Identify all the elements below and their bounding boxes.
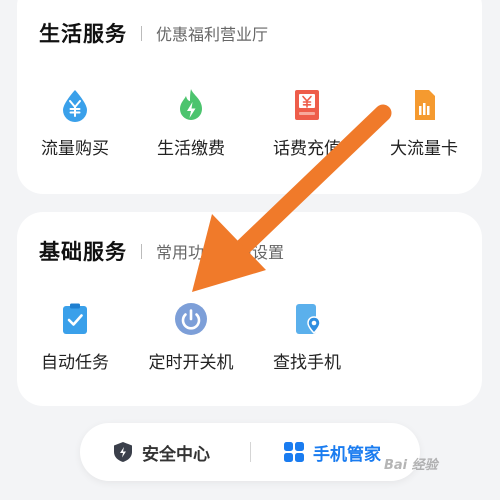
phone-services-screen: 生活服务 优惠福利营业厅 流量购买 生活缴费 话费充值 大流量卡 基础服务 常用… <box>0 0 500 500</box>
service-item-label: 话费充值 <box>273 139 341 159</box>
service-item-label: 定时开关机 <box>148 353 234 373</box>
service-item-label: 流量购买 <box>41 139 109 159</box>
header-divider <box>141 25 142 41</box>
sim-card-icon <box>415 90 435 120</box>
phone-manager-label: 手机管家 <box>313 444 381 465</box>
section-title: 生活服务 <box>39 22 127 46</box>
service-item-label: 查找手机 <box>273 353 341 373</box>
service-item-scheduled-power[interactable]: 定时开关机 <box>133 302 249 373</box>
service-item-auto-task[interactable]: 自动任务 <box>17 302 133 373</box>
service-item-label: 自动任务 <box>41 353 109 373</box>
find-phone-icon <box>296 304 321 335</box>
flame-bolt-icon <box>180 89 202 120</box>
life-services-card: 生活服务 优惠福利营业厅 流量购买 生活缴费 话费充值 大流量卡 <box>17 0 482 194</box>
life-services-header: 生活服务 优惠福利营业厅 <box>39 18 268 48</box>
phone-manager-button[interactable]: 手机管家 <box>283 423 381 481</box>
water-drop-yuan-icon <box>63 90 87 122</box>
service-item-label: 大流量卡 <box>390 139 458 159</box>
service-item-phone-recharge[interactable]: 话费充值 <box>249 88 365 159</box>
service-item-data-purchase[interactable]: 流量购买 <box>17 88 133 159</box>
bill-yuan-icon <box>295 90 319 120</box>
basic-services-card: 基础服务 常用功能快捷设置 自动任务 定时开关机 查找手机 <box>17 212 482 406</box>
section-subtitle: 常用功能快捷设置 <box>156 243 285 262</box>
watermark: Bai 经验 <box>384 458 438 473</box>
service-item-living-payment[interactable]: 生活缴费 <box>133 88 249 159</box>
security-center-label: 安全中心 <box>142 444 210 465</box>
bottom-action-bar: 安全中心 手机管家 <box>80 423 420 481</box>
basic-services-header: 基础服务 常用功能快捷设置 <box>39 236 284 266</box>
service-item-label: 生活缴费 <box>157 139 225 159</box>
power-icon <box>175 303 207 335</box>
grid-apps-icon <box>284 442 304 462</box>
shield-bolt-icon <box>114 442 132 462</box>
security-center-button[interactable]: 安全中心 <box>112 423 210 481</box>
section-title: 基础服务 <box>39 240 127 264</box>
bottom-bar-divider <box>250 442 251 462</box>
service-item-data-card[interactable]: 大流量卡 <box>366 88 482 159</box>
clipboard-check-icon <box>63 303 87 334</box>
service-item-find-phone[interactable]: 查找手机 <box>249 302 365 373</box>
header-divider <box>141 243 142 259</box>
section-subtitle: 优惠福利营业厅 <box>156 25 269 44</box>
